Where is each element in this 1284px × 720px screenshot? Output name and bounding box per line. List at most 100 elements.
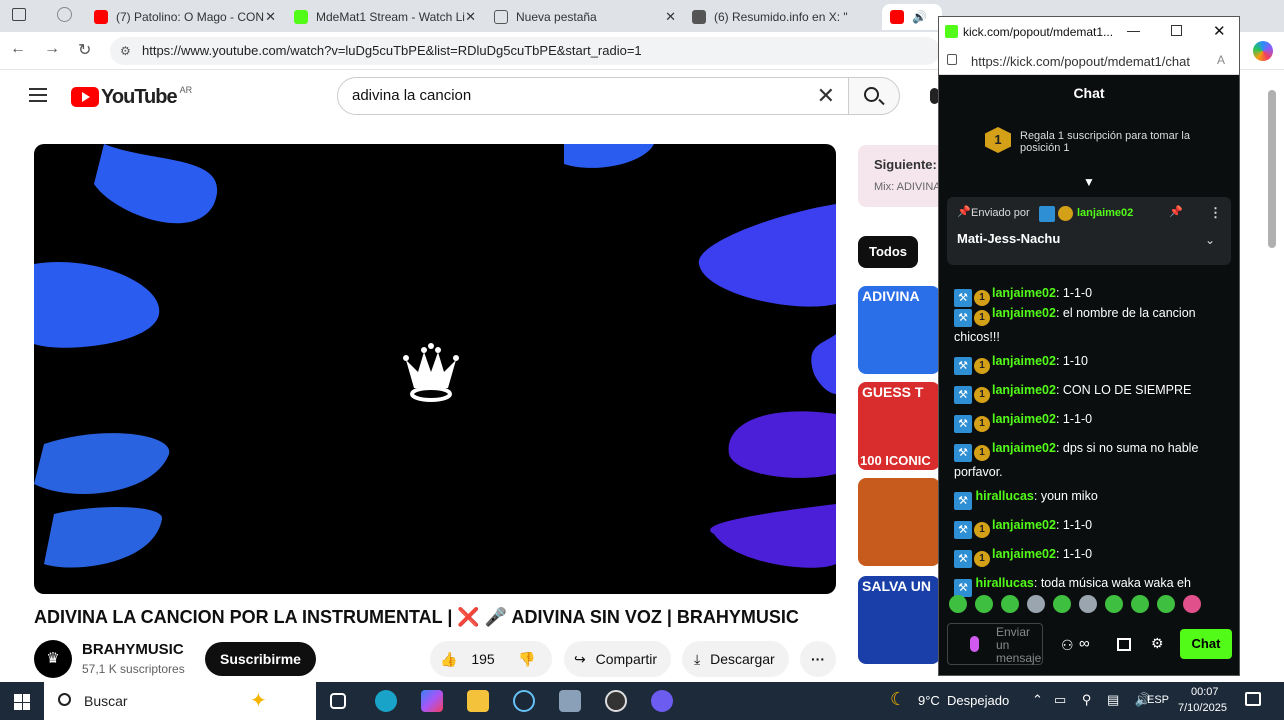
video-player[interactable] xyxy=(34,144,836,594)
chat-username[interactable]: lanjaime02 xyxy=(992,441,1056,455)
tab-actions-icon[interactable] xyxy=(12,8,26,21)
page-scrollbar[interactable] xyxy=(1268,90,1276,248)
read-aloud-icon[interactable]: A xyxy=(1217,53,1225,67)
discord-icon[interactable] xyxy=(651,690,673,712)
emote-icon[interactable] xyxy=(1053,595,1071,613)
emote-icon[interactable] xyxy=(1001,595,1019,613)
tab-nueva-pestana[interactable]: Nueva pestaña ✕ xyxy=(486,4,682,30)
tab-adivina-la-cancion[interactable]: 🔊 xyxy=(882,4,942,30)
task-view-icon[interactable] xyxy=(330,693,346,709)
address-bar[interactable]: ⚙ https://www.youtube.com/watch?v=luDg5c… xyxy=(110,37,940,65)
people-icon[interactable]: ⚇ xyxy=(1061,637,1074,654)
chat-send-button[interactable]: Chat xyxy=(1180,629,1232,659)
globe-icon[interactable] xyxy=(57,7,72,22)
recorder-icon[interactable] xyxy=(605,690,627,712)
copilot-app-icon[interactable] xyxy=(421,690,443,712)
minimize-icon[interactable]: — xyxy=(1127,23,1140,38)
gear-icon[interactable]: ⚙ xyxy=(1151,635,1164,652)
chat-message[interactable]: ⚒ 1 lanjaime02: el nombre de la cancion ch… xyxy=(954,303,1229,347)
windows-start-icon[interactable] xyxy=(14,694,30,710)
taskbar-search[interactable]: Buscar ✦ xyxy=(44,682,316,720)
like-button[interactable]: 👍 195 xyxy=(440,641,495,677)
search-input[interactable]: adivina la cancion ✕ xyxy=(337,77,850,115)
close-icon[interactable]: ✕ xyxy=(1213,22,1226,40)
tab-patolino[interactable]: (7) Patolino: O Mago - CON ✕ xyxy=(86,4,282,30)
more-options-icon[interactable]: ⋮ xyxy=(1209,205,1222,221)
pinned-message[interactable]: 📌 Enviado por lanjaime02 📌 ⋮ Mati-Jess-N… xyxy=(947,197,1231,265)
back-icon[interactable]: ← xyxy=(10,40,26,58)
chat-input[interactable]: Enviar un mensaje xyxy=(947,623,1043,665)
chat-username[interactable]: lanjaime02 xyxy=(992,286,1056,300)
close-icon[interactable]: ✕ xyxy=(465,9,476,25)
emote-icon[interactable] xyxy=(1183,595,1201,613)
recommended-thumbnail[interactable]: SALVA UN xyxy=(858,576,940,664)
reload-icon[interactable]: ↻ xyxy=(78,40,91,60)
recommended-thumbnail[interactable]: ADIVINA xyxy=(858,286,940,374)
dislike-button[interactable]: 👎 xyxy=(518,641,535,677)
chevron-up-icon[interactable]: ⌃ xyxy=(1032,692,1043,708)
pin-action-icon[interactable]: 📌 xyxy=(1169,205,1183,218)
chat-username[interactable]: lanjaime02 xyxy=(992,306,1056,320)
app-window-icon[interactable] xyxy=(559,690,581,712)
chat-message[interactable]: ⚒ 1 lanjaime02: dps si no suma no hable po… xyxy=(954,438,1229,482)
chat-username[interactable]: hirallucas xyxy=(975,489,1033,503)
copilot-icon[interactable] xyxy=(1253,41,1273,61)
clock-date[interactable]: 7/10/2025 xyxy=(1178,702,1227,714)
chat-message[interactable]: ⚒ 1 lanjaime02: 1-1-0 xyxy=(954,544,1229,568)
more-actions-button[interactable]: ··· xyxy=(800,641,836,677)
steam-icon[interactable] xyxy=(513,690,535,712)
language-indicator[interactable]: ESP xyxy=(1147,694,1169,706)
emote-icon[interactable] xyxy=(1131,595,1149,613)
tray-icons[interactable]: ▭ ⚲ ▤ 🔊 xyxy=(1054,692,1157,708)
menu-icon[interactable] xyxy=(29,88,47,102)
emote-icon[interactable] xyxy=(1079,595,1097,613)
chat-username[interactable]: lanjaime02 xyxy=(992,383,1056,397)
emote-icon[interactable] xyxy=(1027,595,1045,613)
weather-text[interactable]: 9°C Despejado xyxy=(918,693,1009,708)
maximize-icon[interactable] xyxy=(1171,25,1182,36)
tab-mdemat1-stream[interactable]: MdeMat1 Stream - Watch Li ✕ xyxy=(286,4,482,30)
chip-all[interactable]: Todos xyxy=(858,236,918,268)
channel-name[interactable]: BRAHYMUSIC xyxy=(82,641,184,658)
site-info-icon[interactable]: ⚙ xyxy=(120,37,131,65)
close-icon[interactable]: ✕ xyxy=(265,9,276,25)
recommended-thumbnail[interactable]: GUESS T 100 ICONIC xyxy=(858,382,940,470)
search-button[interactable] xyxy=(848,77,900,115)
chat-message[interactable]: ⚒ hirallucas: toda música waka waka eh xyxy=(954,573,1229,597)
chat-username[interactable]: lanjaime02 xyxy=(992,354,1056,368)
clear-search-icon[interactable]: ✕ xyxy=(817,78,835,114)
chat-username[interactable]: lanjaime02 xyxy=(992,518,1056,532)
clock-time[interactable]: 00:07 xyxy=(1191,686,1219,698)
next-up-panel[interactable]: Siguiente: Mix: ADIVINA xyxy=(858,145,948,207)
file-explorer-icon[interactable] xyxy=(467,690,489,712)
emote-icon[interactable] xyxy=(1157,595,1175,613)
chat-username[interactable]: lanjaime02 xyxy=(992,547,1056,561)
subscribe-button[interactable]: Suscribirme xyxy=(205,642,316,676)
forward-icon[interactable]: → xyxy=(44,40,60,58)
chat-username[interactable]: hirallucas xyxy=(975,576,1033,590)
chat-message[interactable]: ⚒ 1 lanjaime02: 1-10 xyxy=(954,351,1229,375)
edge-icon[interactable] xyxy=(375,690,397,712)
notifications-icon[interactable] xyxy=(1245,692,1261,706)
infinity-icon[interactable]: ∞ xyxy=(1079,635,1090,652)
channel-avatar[interactable]: ♛ xyxy=(34,640,72,678)
download-button[interactable]: ⤓ Descargar xyxy=(682,641,789,677)
microphone-icon[interactable] xyxy=(970,636,979,652)
popup-address-bar[interactable]: https://kick.com/popout/mdemat1/chat A xyxy=(939,47,1239,75)
expand-icon[interactable]: ⌄ xyxy=(1205,233,1215,247)
tab-resumido[interactable]: (6) Resumido.info en X: " xyxy=(684,4,880,30)
close-icon[interactable]: ✕ xyxy=(665,9,676,25)
chat-message[interactable]: ⚒ 1 lanjaime02: 1-1-0 xyxy=(954,409,1229,433)
chat-username[interactable]: lanjaime02 xyxy=(992,412,1056,426)
emote-icon[interactable] xyxy=(975,595,993,613)
emote-icon[interactable] xyxy=(949,595,967,613)
store-icon[interactable] xyxy=(1117,638,1131,651)
recommended-thumbnail[interactable] xyxy=(858,478,940,566)
chevron-down-icon[interactable]: ▼ xyxy=(1083,175,1095,189)
share-button[interactable]: ↪ Compartir xyxy=(564,641,672,677)
chat-message[interactable]: ⚒ hirallucas: youn miko xyxy=(954,486,1229,510)
youtube-logo[interactable]: YouTube AR xyxy=(71,85,192,109)
emote-icon[interactable] xyxy=(1105,595,1123,613)
chat-message[interactable]: ⚒ 1 lanjaime02: 1-1-0 xyxy=(954,515,1229,539)
chat-message[interactable]: ⚒ 1 lanjaime02: CON LO DE SIEMPRE xyxy=(954,380,1229,404)
